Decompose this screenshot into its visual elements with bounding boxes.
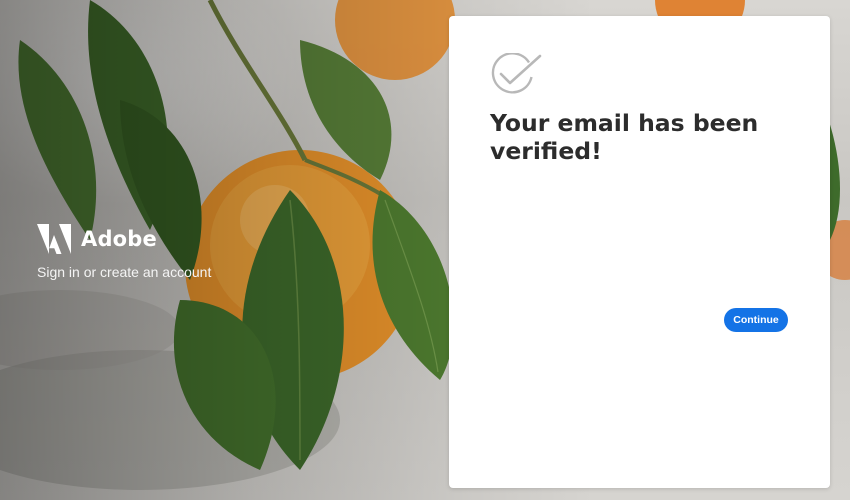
- brand-tagline: Sign in or create an account: [37, 264, 212, 280]
- brand-row: Adobe: [37, 224, 211, 254]
- continue-button[interactable]: Continue: [724, 308, 788, 332]
- page-title: Your email has been verified!: [490, 109, 759, 165]
- verification-card: Your email has been verified! Continue: [449, 16, 830, 488]
- brand-block: Adobe Sign in or create an account: [37, 224, 211, 280]
- check-circle-icon: [491, 53, 542, 94]
- brand-name: Adobe: [81, 227, 157, 251]
- adobe-logo-icon: [37, 224, 71, 254]
